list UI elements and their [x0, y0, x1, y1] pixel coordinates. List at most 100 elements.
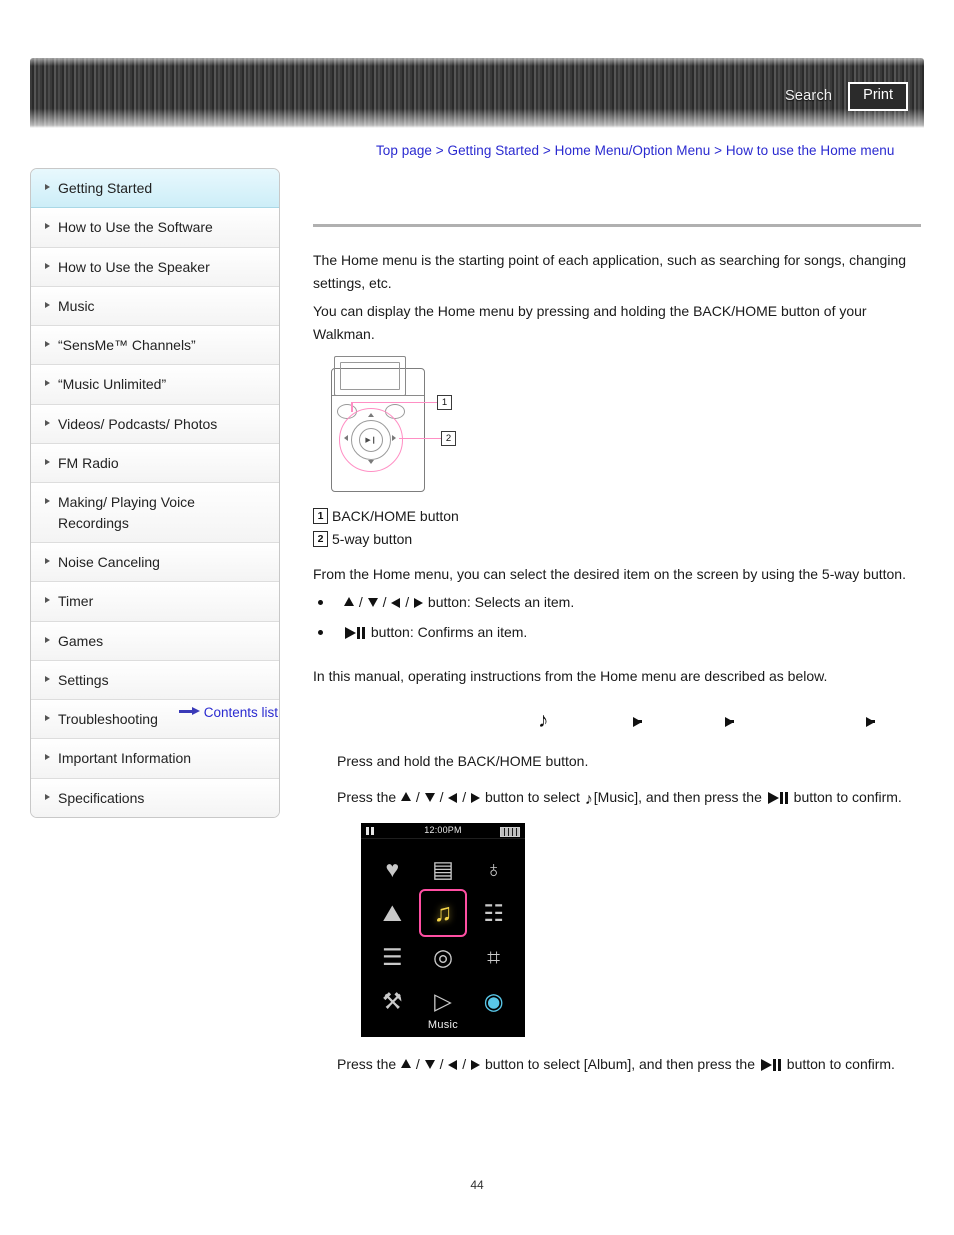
sidebar-item-specifications[interactable]: Specifications — [31, 778, 279, 818]
breadcrumb-separator: > — [714, 143, 723, 158]
pad-up-arrow-icon — [368, 412, 374, 417]
slash-separator: / — [415, 789, 420, 806]
chevron-right-icon — [45, 459, 50, 466]
legend-row-five-way: 2 5-way button — [313, 530, 921, 547]
arrow-left-key-icon — [448, 1060, 458, 1071]
search-button[interactable]: Search — [785, 88, 832, 104]
slash-separator: / — [462, 789, 467, 806]
sidebar-item-noise-canceling[interactable]: Noise Canceling — [31, 542, 279, 583]
print-button[interactable]: Print — [848, 82, 908, 111]
breadcrumb-item-how-to-use-the-home-menu[interactable]: How to use the Home menu — [726, 143, 895, 158]
sidebar-item-label: “SensMe™ Channels” — [58, 337, 196, 354]
sidebar-item-label: Important Information — [58, 750, 192, 767]
chevron-right-icon — [45, 262, 50, 269]
callout-1-leader — [351, 401, 437, 404]
sidebar-item-getting-started[interactable]: Getting Started — [31, 169, 279, 209]
slash-separator: / — [439, 1056, 444, 1073]
sidebar-item-fm-radio[interactable]: FM Radio — [31, 444, 279, 484]
sidebar-item-how-to-use-the-software[interactable]: How to Use the Software — [31, 208, 279, 248]
main-content: The Home menu is the starting point of e… — [313, 168, 921, 1090]
breadcrumb-item-getting-started[interactable]: Getting Started — [448, 143, 540, 158]
arrow-up-key-icon — [401, 792, 412, 802]
chevron-right-icon — [45, 380, 50, 387]
home-menu-selected-label: Music — [427, 1019, 459, 1032]
slash-separator: / — [382, 594, 387, 611]
callout-2-leader — [399, 437, 441, 440]
chevron-right-icon — [45, 754, 50, 761]
chevron-right-icon — [45, 597, 50, 604]
sidebar-item-label: Specifications — [58, 789, 145, 806]
intro-paragraph-line-2: You can display the Home menu by pressin… — [313, 303, 867, 343]
breadcrumb-item-top-page[interactable]: Top page — [376, 143, 432, 158]
pad-right-arrow-icon — [392, 434, 396, 441]
home-icon-music[interactable]: ♫ — [418, 889, 467, 938]
content-divider — [313, 224, 921, 227]
arrow-right-key-icon — [414, 598, 424, 609]
step-2-middle: button to select — [484, 789, 580, 806]
arrow-up-key-icon — [401, 1059, 412, 1069]
arrow-down-key-icon — [367, 598, 378, 608]
sidebar-item-label: How to Use the Speaker — [58, 258, 210, 275]
chevron-right-icon — [45, 636, 50, 643]
sidebar-item-label: Noise Canceling — [58, 553, 160, 570]
intro-paragraph-line-1: The Home menu is the starting point of e… — [313, 252, 907, 291]
home-icon-photos[interactable]: ⛰ — [370, 891, 414, 935]
header-controls: Search Print — [785, 82, 908, 111]
legend-label-back-home-button: BACK/HOME button — [332, 507, 459, 524]
arrow-left-key-icon — [448, 793, 458, 804]
chevron-right-icon — [45, 223, 50, 230]
breadcrumb: Top page > Getting Started > Home Menu/O… — [376, 143, 894, 158]
home-icon-fm-radio[interactable]: ▤ — [421, 847, 465, 891]
arrow-right-key-icon — [471, 1060, 481, 1071]
home-icon-settings[interactable]: ⚒ — [370, 979, 414, 1023]
five-way-bullet-list: / / / button: Selects an item. button: C… — [313, 591, 921, 643]
walkman-device-diagram: ▶❙ 1 2 — [323, 355, 503, 498]
page-number: 44 — [470, 1178, 484, 1192]
step-2-text: Press the / / / button to select ♪[Music… — [337, 786, 921, 809]
home-icon-noise-canceling[interactable]: ◎ — [421, 935, 465, 979]
sidebar-item-sensme-channels[interactable]: “SensMe™ Channels” — [31, 326, 279, 366]
legend-label-five-way-button: 5-way button — [332, 530, 413, 547]
home-icon-games[interactable]: ⌗ — [472, 935, 516, 979]
sidebar-item-label: Making/ Playing Voice Recordings — [58, 494, 195, 531]
arrow-left-key-icon — [391, 598, 401, 609]
pad-down-arrow-icon — [368, 459, 374, 464]
sidebar-item-how-to-use-the-speaker[interactable]: How to Use the Speaker — [31, 247, 279, 287]
contents-list-link[interactable]: Contents list — [178, 705, 278, 720]
callout-marker-1: 1 — [437, 394, 452, 410]
home-icon-music-video[interactable]: ▷ — [421, 979, 465, 1023]
sidebar-item-timer[interactable]: Timer — [31, 582, 279, 622]
legend-row-back-home: 1 BACK/HOME button — [313, 507, 921, 524]
sidebar-item-music-unlimited[interactable]: “Music Unlimited” — [31, 365, 279, 405]
step-2-suffix: button to confirm. — [793, 789, 902, 806]
sidebar-item-label: Getting Started — [58, 180, 153, 196]
sidebar-item-label: “Music Unlimited” — [58, 376, 167, 393]
sidebar-item-games[interactable]: Games — [31, 621, 279, 661]
breadcrumb-item-home-menu-option-menu[interactable]: Home Menu/Option Menu — [555, 143, 711, 158]
step-3-text: Press the / / / button to select [Album]… — [337, 1053, 921, 1076]
sidebar-item-label: Games — [58, 632, 104, 649]
breadcrumb-separator: > — [542, 143, 551, 158]
arrow-right-icon — [178, 707, 201, 716]
sidebar-item-making-playing-voice-recordings[interactable]: Making/ Playing Voice Recordings — [31, 483, 279, 543]
home-icon-playlists[interactable]: ☰ — [370, 935, 414, 979]
chevron-right-icon — [45, 557, 50, 564]
flow-arrow-icon-1 — [633, 716, 642, 727]
arrow-down-key-icon — [424, 793, 435, 803]
sidebar-item-important-information[interactable]: Important Information — [31, 739, 279, 779]
home-icon-voice-recording[interactable]: ♁ — [472, 847, 516, 891]
flow-arrow-icon-2 — [725, 716, 734, 727]
home-icon-videos[interactable]: ☷ — [472, 891, 516, 935]
chevron-right-icon — [45, 419, 50, 426]
contents-list-container: Contents list — [30, 705, 278, 720]
home-icon-sensme-channels[interactable]: ♥ — [370, 847, 414, 891]
sidebar-item-music[interactable]: Music — [31, 286, 279, 327]
sidebar-item-settings[interactable]: Settings — [31, 660, 279, 701]
home-icon-music-unlimited[interactable]: ◉ — [472, 979, 516, 1023]
sidebar-item-videos-podcasts-photos[interactable]: Videos/ Podcasts/ Photos — [31, 404, 279, 445]
sidebar-item-label: FM Radio — [58, 455, 119, 472]
operation-steps: Press and hold the BACK/HOME button. Pre… — [337, 750, 921, 1076]
sidebar-item-label: How to Use the Software — [58, 219, 213, 236]
operation-flow-row: ♪ — [313, 708, 921, 742]
play-pause-center-button: ▶❙ — [359, 427, 383, 452]
